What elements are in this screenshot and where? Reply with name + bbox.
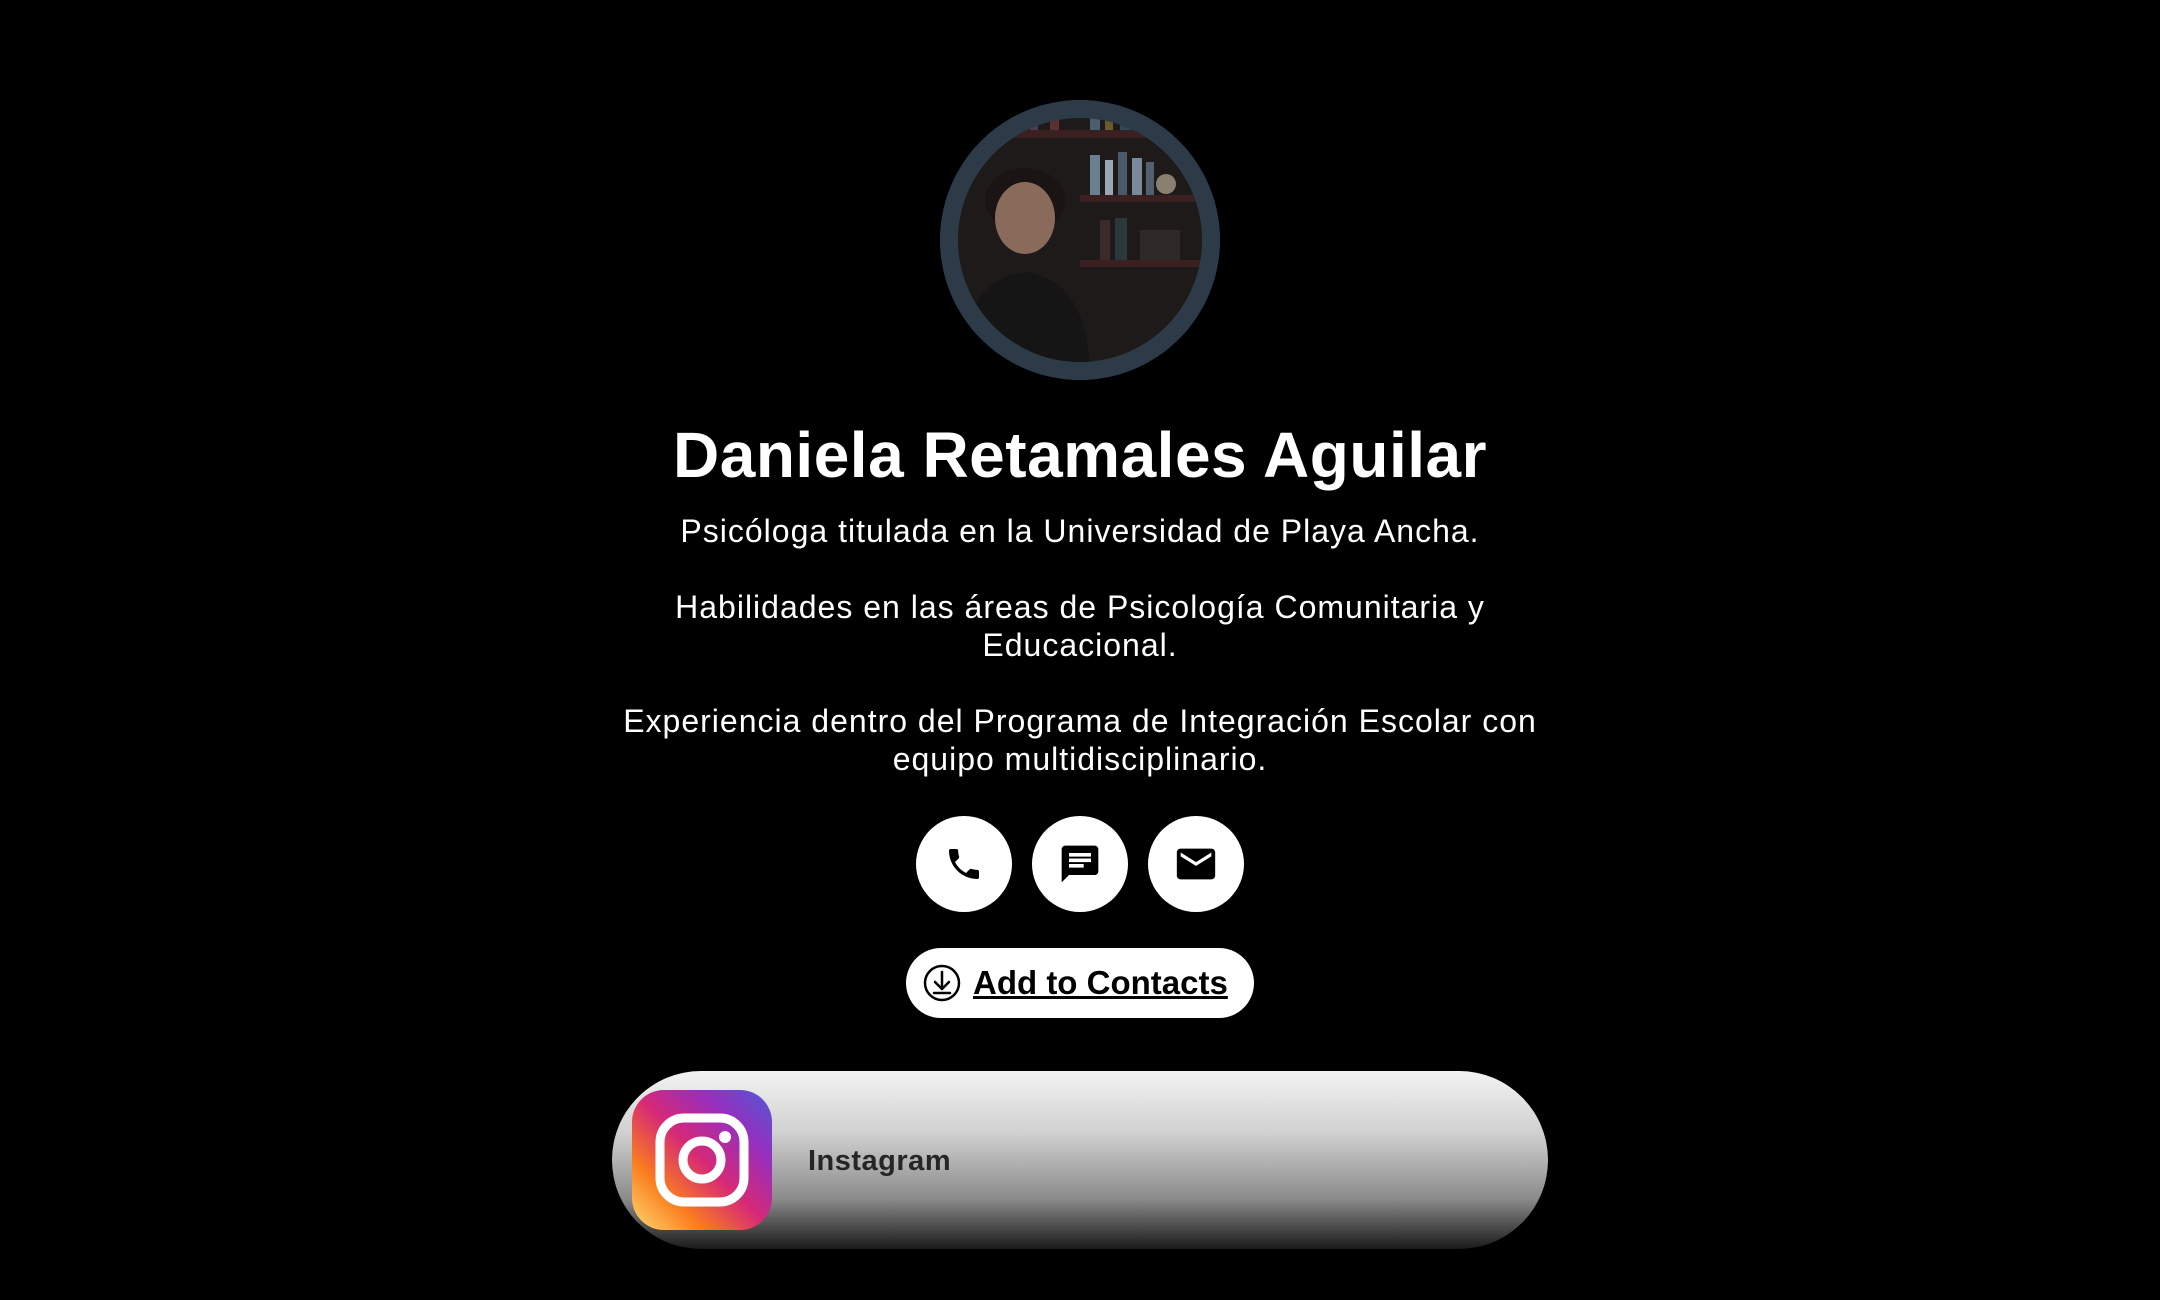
bio-line: Psicóloga titulada en la Universidad de … xyxy=(680,513,1480,549)
profile-name: Daniela Retamales Aguilar xyxy=(673,419,1487,491)
message-icon xyxy=(1061,845,1099,883)
email-icon xyxy=(1176,848,1216,880)
bio-line: Experiencia dentro del Programa de Integ… xyxy=(623,703,1537,777)
link-label: Instagram xyxy=(808,1145,952,1177)
contact-actions xyxy=(916,816,1244,912)
bio-line: Habilidades en las áreas de Psicología C… xyxy=(675,589,1485,663)
add-to-contacts-button[interactable]: Add to Contacts xyxy=(906,948,1254,1018)
profile-page: Daniela Retamales Aguilar Psicóloga titu… xyxy=(0,0,2160,1300)
phone-icon xyxy=(949,849,979,879)
download-icon xyxy=(922,963,962,1003)
message-button[interactable] xyxy=(1032,816,1128,912)
profile-photo xyxy=(940,100,1220,380)
avatar xyxy=(940,100,1220,380)
profile-bio: Psicóloga titulada en la Universidad de … xyxy=(580,512,1580,778)
link-instagram[interactable]: Instagram xyxy=(612,1071,1548,1249)
instagram-icon xyxy=(632,1090,772,1230)
email-button[interactable] xyxy=(1148,816,1244,912)
call-button[interactable] xyxy=(916,816,1012,912)
add-to-contacts-label: Add to Contacts xyxy=(973,964,1228,1001)
